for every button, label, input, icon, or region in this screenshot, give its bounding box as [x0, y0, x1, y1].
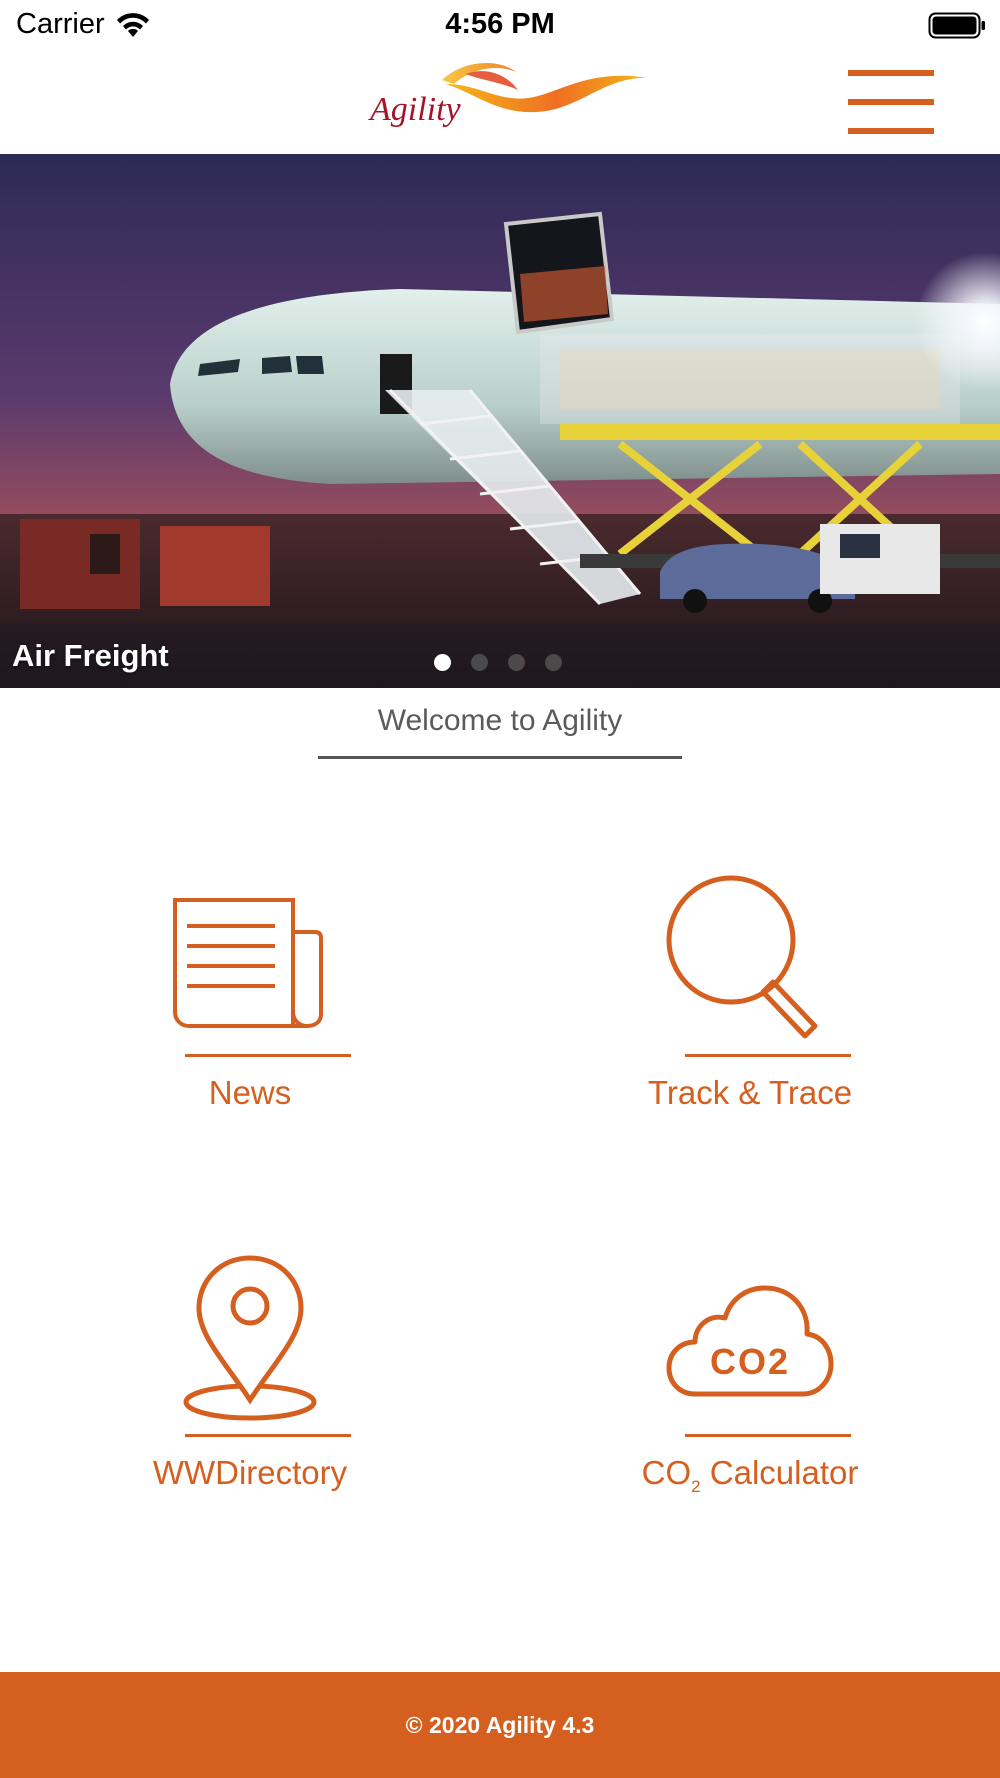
track-trace-tile[interactable]: Track & Trace — [600, 870, 900, 1130]
newspaper-icon — [173, 898, 323, 1029]
carrier-label: Carrier — [16, 8, 105, 40]
map-pin-icon — [183, 1255, 317, 1421]
carrier-indicator: Carrier — [16, 8, 151, 41]
co2-calculator-label: CO2 Calculator — [600, 1454, 900, 1497]
hamburger-menu-icon[interactable] — [848, 70, 934, 134]
app-header: Agility — [0, 50, 1000, 154]
co2-cloud-icon: CO2 — [666, 1285, 834, 1397]
carousel-caption: Air Freight — [12, 638, 169, 673]
news-tile[interactable]: News — [100, 870, 400, 1130]
agility-logo[interactable]: Agility — [368, 54, 648, 136]
co2-icon-text: CO2 — [710, 1341, 790, 1382]
battery-icon — [928, 12, 985, 39]
welcome-heading: Welcome to Agility — [318, 704, 682, 759]
co2-label-subscript: 2 — [691, 1477, 701, 1496]
magnifier-icon — [666, 875, 818, 1039]
co2-label-main: CO — [641, 1454, 692, 1491]
wwdirectory-tile[interactable]: WWDirectory — [100, 1250, 400, 1510]
carousel-pagination[interactable] — [434, 654, 562, 671]
carousel-dot-4[interactable] — [545, 654, 562, 671]
carousel-dot-1[interactable] — [434, 654, 451, 671]
news-label: News — [208, 1074, 292, 1111]
air-freight-image — [0, 154, 1000, 688]
logo-wordmark: Agility — [368, 91, 462, 128]
wifi-icon — [116, 12, 149, 37]
hero-carousel[interactable]: Air Freight — [0, 154, 1000, 688]
footer-bar: © 2020 Agility 4.3 — [0, 1672, 1000, 1778]
co2-calculator-tile[interactable]: CO2 CO2 Calculator — [600, 1250, 900, 1510]
wwdirectory-label: WWDirectory — [152, 1454, 348, 1491]
carousel-dot-2[interactable] — [471, 654, 488, 671]
status-bar: Carrier 4:56 PM — [0, 0, 1000, 50]
track-trace-label: Track & Trace — [647, 1074, 853, 1111]
footer-copyright: © 2020 Agility 4.3 — [405, 1711, 595, 1738]
co2-label-rest: Calculator — [700, 1454, 859, 1491]
carousel-dot-3[interactable] — [508, 654, 525, 671]
